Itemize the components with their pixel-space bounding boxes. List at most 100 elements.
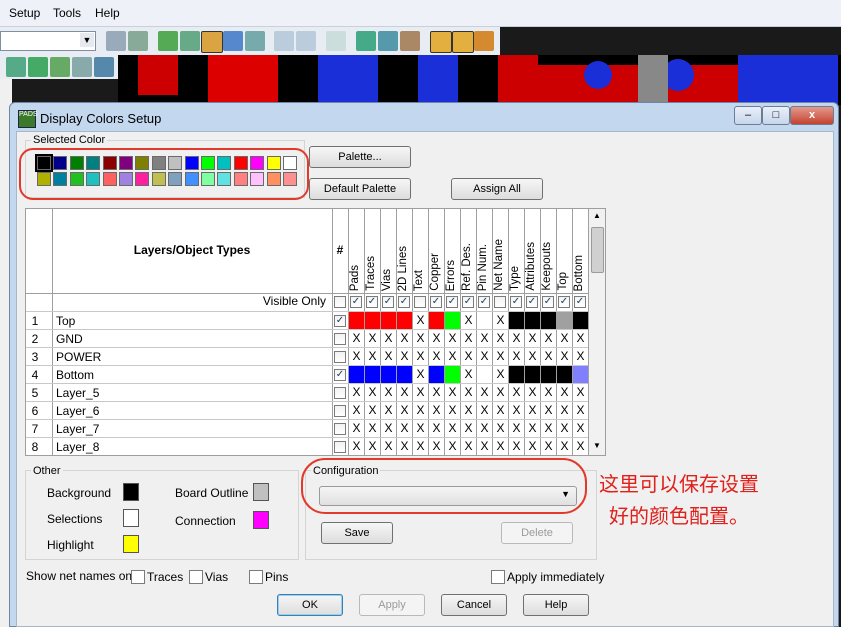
color-cell[interactable]: X <box>381 384 396 401</box>
color-cell[interactable]: X <box>509 438 524 455</box>
color-cell[interactable]: X <box>413 438 428 455</box>
color-cell[interactable]: X <box>381 420 396 437</box>
color-cell[interactable] <box>381 366 396 383</box>
color-cell[interactable]: X <box>541 420 556 437</box>
move-icon[interactable] <box>180 31 200 51</box>
scroll-up-icon[interactable]: ▲ <box>590 209 604 223</box>
layer-name[interactable]: Layer_5 <box>56 386 99 400</box>
color-cell[interactable]: X <box>541 348 556 365</box>
color-cell[interactable]: X <box>509 330 524 347</box>
selections-swatch[interactable] <box>123 509 139 527</box>
connection-swatch[interactable] <box>253 511 269 529</box>
visible-only-checkbox[interactable]: ✓ <box>430 296 442 308</box>
color-cell[interactable] <box>525 366 540 383</box>
color-cell[interactable]: X <box>509 402 524 419</box>
traces-checkbox[interactable] <box>131 570 145 584</box>
color-cell[interactable]: X <box>413 312 428 329</box>
layer-visible-checkbox[interactable]: ✓ <box>334 315 346 327</box>
color-cell[interactable]: X <box>541 330 556 347</box>
color-cell[interactable]: X <box>349 384 364 401</box>
menu-tools[interactable]: Tools <box>53 6 81 20</box>
color-cell[interactable] <box>365 366 380 383</box>
visible-only-checkbox[interactable]: ✓ <box>478 296 490 308</box>
color-cell[interactable]: X <box>445 384 460 401</box>
menu-setup[interactable]: Setup <box>9 6 40 20</box>
color-cell[interactable]: X <box>429 438 444 455</box>
color-cell[interactable]: X <box>557 420 572 437</box>
color-cell[interactable]: X <box>573 438 588 455</box>
color-cell[interactable]: X <box>477 420 492 437</box>
color-cell[interactable]: X <box>397 402 412 419</box>
visible-only-checkbox[interactable]: ✓ <box>574 296 586 308</box>
color-cell[interactable]: X <box>509 384 524 401</box>
color-cell[interactable] <box>397 312 412 329</box>
color-cell[interactable]: X <box>397 330 412 347</box>
color-cell[interactable]: X <box>349 438 364 455</box>
layer-visible-checkbox[interactable] <box>334 333 346 345</box>
list-icon[interactable] <box>94 57 114 77</box>
color-cell[interactable]: X <box>461 330 476 347</box>
color-cell[interactable] <box>541 366 556 383</box>
color-cell[interactable]: X <box>477 330 492 347</box>
color-cell[interactable]: X <box>429 420 444 437</box>
color-cell[interactable]: X <box>397 384 412 401</box>
color-cell[interactable]: X <box>509 348 524 365</box>
color-cell[interactable]: X <box>461 348 476 365</box>
pour-icon[interactable] <box>378 31 398 51</box>
layer-name[interactable]: Layer_6 <box>56 404 99 418</box>
palette-button[interactable]: Palette... <box>309 146 411 168</box>
background-swatch[interactable] <box>123 483 139 501</box>
color-cell[interactable]: X <box>461 366 476 383</box>
layer-visible-checkbox[interactable] <box>334 351 346 363</box>
color-cell[interactable]: X <box>445 420 460 437</box>
color-cell[interactable]: X <box>557 384 572 401</box>
home-icon[interactable] <box>6 57 26 77</box>
color-cell[interactable] <box>477 312 492 329</box>
color-cell[interactable]: X <box>397 438 412 455</box>
visible-only-checkbox[interactable]: ✓ <box>398 296 410 308</box>
color-cell[interactable]: X <box>365 384 380 401</box>
undo-icon[interactable] <box>274 31 294 51</box>
color-cell[interactable]: X <box>445 438 460 455</box>
layer-name[interactable]: Layer_8 <box>56 440 99 454</box>
line-icon[interactable] <box>223 31 243 51</box>
visible-only-checkbox[interactable] <box>494 296 506 308</box>
color-cell[interactable] <box>573 312 588 329</box>
visible-only-master-checkbox[interactable] <box>334 296 346 308</box>
visible-only-checkbox[interactable]: ✓ <box>558 296 570 308</box>
layer-name[interactable]: Bottom <box>56 368 94 382</box>
color-cell[interactable]: X <box>541 384 556 401</box>
default-palette-button[interactable]: Default Palette <box>309 178 411 200</box>
layer-name[interactable]: Layer_7 <box>56 422 99 436</box>
color-cell[interactable]: X <box>429 402 444 419</box>
delete-button[interactable]: Delete <box>501 522 573 544</box>
color-cell[interactable]: X <box>349 348 364 365</box>
scroll-thumb[interactable] <box>591 227 604 273</box>
color-cell[interactable] <box>445 366 460 383</box>
color-cell[interactable] <box>557 312 572 329</box>
display-colors-icon[interactable] <box>430 31 452 53</box>
color-cell[interactable]: X <box>461 312 476 329</box>
color-cell[interactable]: X <box>349 420 364 437</box>
layer-visible-checkbox[interactable] <box>334 387 346 399</box>
color-cell[interactable]: X <box>381 438 396 455</box>
color-cell[interactable]: X <box>493 402 508 419</box>
color-cell[interactable] <box>429 366 444 383</box>
color-cell[interactable]: X <box>493 420 508 437</box>
layer-visible-checkbox[interactable] <box>334 441 346 453</box>
redo-icon[interactable] <box>296 31 316 51</box>
color-cell[interactable]: X <box>365 420 380 437</box>
color-cell[interactable]: X <box>493 438 508 455</box>
color-cell[interactable]: X <box>413 384 428 401</box>
burst-icon[interactable] <box>245 31 265 51</box>
color-cell[interactable] <box>349 366 364 383</box>
color-cell[interactable]: X <box>541 402 556 419</box>
color-cell[interactable]: X <box>429 384 444 401</box>
color-cell[interactable]: X <box>365 330 380 347</box>
color-cell[interactable]: X <box>525 384 540 401</box>
color-cell[interactable]: X <box>349 330 364 347</box>
layers-icon[interactable] <box>452 31 474 53</box>
brush-icon[interactable] <box>400 31 420 51</box>
color-cell[interactable]: X <box>461 438 476 455</box>
vias-checkbox[interactable] <box>189 570 203 584</box>
